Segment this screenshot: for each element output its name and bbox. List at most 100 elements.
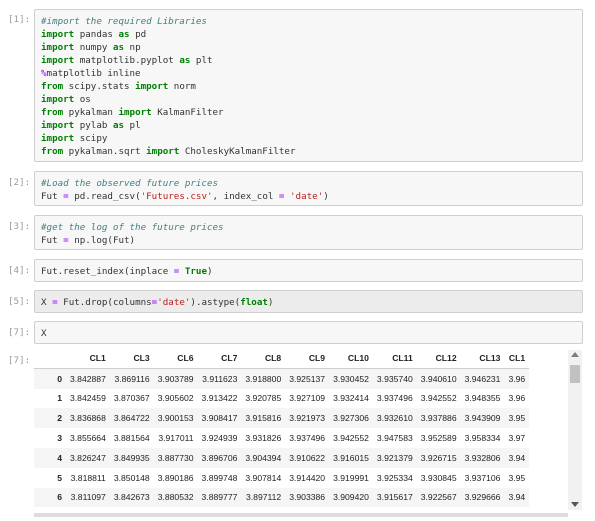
table-cell: 3.930452 [333, 373, 369, 384]
code-token: Fut [41, 235, 64, 246]
dataframe-table: CL1 CL3 CL6 CL7 CL8 CL9 CL10 CL11 CL12 CL13 CL1 03… [34, 348, 530, 508]
code-token: pykalman [63, 107, 119, 118]
code-token: , index_col [212, 191, 279, 202]
scroll-up-icon[interactable] [571, 352, 579, 357]
table-cell: 3.850148 [113, 472, 150, 483]
index-header [34, 348, 66, 369]
code-input[interactable]: #get the log of the future prices Fut = … [34, 215, 583, 250]
dataframe-output[interactable]: CL1 CL3 CL6 CL7 CL8 CL9 CL10 CL11 CL12 CL13 CL1 03… [34, 348, 583, 510]
row-index: 2 [57, 413, 62, 424]
table-cell: 3.95 [508, 472, 526, 483]
code-token: import [41, 55, 75, 66]
column-header: CL13 [460, 348, 505, 369]
table-cell: 3.887730 [157, 452, 194, 463]
code-token: as [118, 29, 130, 40]
code-token: float [240, 297, 268, 308]
table-cell: 3.937496 [289, 433, 326, 444]
table-cell: 3.924939 [201, 433, 238, 444]
table-cell: 3.921379 [376, 452, 413, 463]
code-input[interactable]: X = Fut.drop(columns='date').astype(floa… [34, 290, 583, 313]
input-prompt: [2]: [8, 177, 31, 188]
column-header: CL8 [241, 348, 286, 369]
scrollbar-thumb[interactable] [570, 365, 580, 383]
table-row: 0 3.842887 3.869116 3.903789 3.911623 3.91880… [34, 368, 530, 389]
table-cell: 3.932610 [376, 413, 413, 424]
table-cell: 3.881564 [113, 433, 150, 444]
code-input[interactable]: Fut.reset_index(inplace = True) [34, 259, 583, 282]
code-text: X = Fut.drop(columns='date').astype(floa… [35, 291, 582, 314]
table-cell: 3.948355 [464, 393, 501, 404]
table-cell: 3.826247 [70, 452, 106, 463]
code-token: Fut [41, 191, 64, 202]
table-cell: 3.958334 [464, 433, 501, 444]
table-row: 4 3.826247 3.849935 3.887730 3.896706 3.90439… [34, 447, 530, 468]
code-token: 'Futures.csv' [140, 191, 213, 202]
table-cell: 3.932414 [333, 393, 369, 404]
code-token: 'date' [290, 191, 324, 202]
table-cell: 3.947583 [376, 433, 413, 444]
input-prompt: [7]: [8, 327, 31, 338]
code-text: #Load the observed future prices Fut = p… [35, 172, 582, 208]
table-cell: 3.869116 [114, 373, 150, 384]
column-header: CL11 [372, 348, 417, 369]
table-cell: 3.907814 [245, 472, 282, 483]
code-token: ) [267, 297, 274, 308]
table-cell: 3.932806 [464, 452, 501, 463]
row-index: 4 [57, 452, 62, 463]
code-input[interactable]: #Load the observed future prices Fut = p… [34, 171, 583, 206]
vertical-scrollbar[interactable] [568, 350, 582, 510]
table-cell: 3.910622 [289, 452, 326, 463]
code-token: as [112, 120, 125, 131]
code-token: import [118, 107, 152, 118]
code-token: norm [168, 81, 196, 92]
code-token: scipy.stats [63, 81, 136, 92]
table-cell: 3.849935 [113, 452, 150, 463]
code-token: #Load the observed future prices [41, 178, 219, 189]
table-cell: 3.889777 [201, 492, 238, 503]
table-row: 5 3.818811 3.850148 3.890186 3.899748 3.90781… [34, 468, 529, 488]
scroll-down-icon[interactable] [571, 502, 579, 507]
output-prompt: [7]: [8, 355, 31, 366]
code-token: import [41, 29, 75, 40]
table-cell: 3.915617 [376, 492, 413, 503]
input-prompt: [1]: [8, 14, 31, 25]
table-cell: 3.897112 [246, 492, 282, 503]
table-cell: 3.890186 [157, 472, 194, 483]
table-cell: 3.937106 [464, 472, 501, 483]
code-token: os [74, 94, 91, 105]
table-cell: 3.926715 [420, 452, 457, 463]
code-token: ) [323, 191, 329, 202]
row-index: 6 [57, 492, 62, 503]
table-cell: 3.842673 [113, 492, 150, 503]
code-input[interactable]: X [34, 321, 583, 344]
table-cell: 3.908417 [201, 413, 238, 424]
table-row: 3 3.855664 3.881564 3.917011 3.924939 3.93182… [34, 428, 529, 448]
table-cell: 3.913422 [201, 393, 238, 404]
code-token: True [184, 266, 207, 277]
table-cell: 3.942552 [420, 393, 457, 404]
horizontal-scrollbar[interactable] [34, 513, 568, 517]
code-input[interactable]: #import the required Libraries import pa… [34, 9, 583, 162]
code-token: pandas [74, 29, 119, 40]
table-cell: 3.855664 [70, 433, 106, 444]
table-cell: 3.914420 [289, 472, 326, 483]
code-token: matplotlib.pyplot [74, 55, 180, 66]
table-row: 1 3.842459 3.870367 3.905602 3.913422 3.92078… [34, 389, 529, 409]
input-prompt: [3]: [8, 221, 31, 232]
row-index: 3 [57, 433, 62, 444]
code-text: X [35, 322, 582, 345]
code-token: from [41, 81, 64, 92]
row-index: 0 [57, 373, 62, 384]
code-token: Fut.reset_index(inplace [41, 266, 174, 277]
code-token: X [41, 297, 53, 308]
table-cell: 3.905602 [157, 393, 194, 404]
table-cell: 3.880532 [157, 492, 194, 503]
code-token: from [41, 146, 64, 157]
table-cell: 3.896706 [201, 452, 238, 463]
table-cell: 3.870367 [113, 393, 150, 404]
code-token: KalmanFilter [151, 107, 224, 118]
code-text: #get the log of the future prices Fut = … [35, 216, 582, 252]
code-token: CholeskyKalmanFilter [179, 146, 296, 157]
table-cell: 3.818811 [70, 472, 106, 483]
column-header: CL10 [329, 348, 373, 369]
